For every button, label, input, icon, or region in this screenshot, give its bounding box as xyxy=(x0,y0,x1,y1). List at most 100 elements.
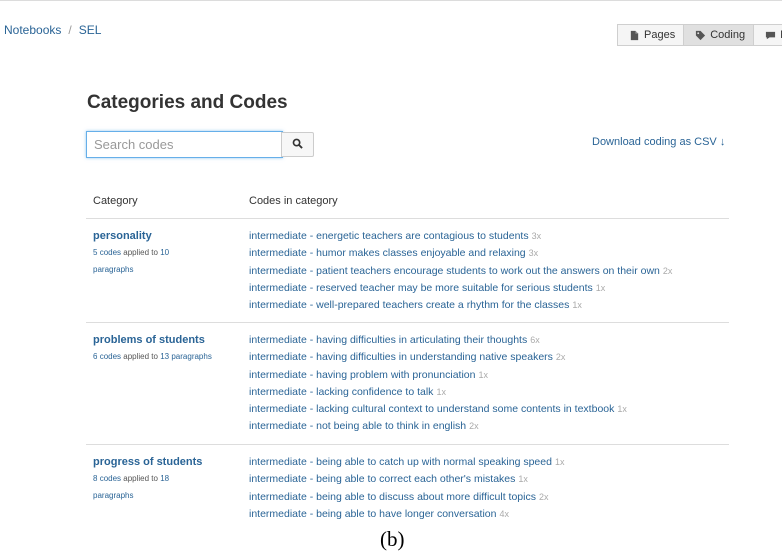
code-item[interactable]: intermediate - being able to catch up wi… xyxy=(249,454,729,471)
category-link[interactable]: personality xyxy=(93,228,243,244)
table-row: progress of students 8 codes applied to … xyxy=(86,445,729,529)
code-text: intermediate - having difficulties in un… xyxy=(249,351,553,364)
code-item[interactable]: intermediate - energetic teachers are co… xyxy=(249,228,729,245)
codes-table: Category Codes in category personality 5… xyxy=(86,195,729,529)
code-count: 2x xyxy=(662,265,673,276)
code-text: intermediate - having problem with pronu… xyxy=(249,368,476,381)
code-item[interactable]: intermediate - patient teachers encourag… xyxy=(249,263,729,280)
category-meta: 5 codes applied to 10 paragraphs xyxy=(93,244,243,278)
page-icon xyxy=(629,30,640,41)
codes-count: 8 xyxy=(93,474,98,483)
code-text: intermediate - being able to have longer… xyxy=(249,507,497,520)
code-count: 1x xyxy=(436,386,446,397)
codes-count: 5 xyxy=(93,248,98,257)
code-text: intermediate - lacking confidence to tal… xyxy=(249,385,434,398)
code-item[interactable]: intermediate - being able to discuss abo… xyxy=(249,489,729,506)
codes-word: codes xyxy=(99,474,122,483)
code-text: intermediate - reserved teacher may be m… xyxy=(249,281,593,294)
table-header: Category Codes in category xyxy=(86,195,729,219)
download-csv-label: Download coding as CSV xyxy=(592,136,717,148)
category-cell: problems of students 6 codes applied to … xyxy=(93,332,243,365)
breadcrumb-separator: / xyxy=(68,23,72,37)
tab-pages[interactable]: Pages xyxy=(618,25,685,45)
code-text: intermediate - being able to correct eac… xyxy=(249,473,516,486)
tag-icon xyxy=(695,30,706,41)
code-count: 6x xyxy=(530,335,540,345)
tab-coding[interactable]: Coding xyxy=(684,25,755,45)
applied-text: applied to xyxy=(123,248,158,257)
applied-text: applied to xyxy=(123,474,158,483)
code-item[interactable]: intermediate - well-prepared teachers cr… xyxy=(249,297,729,314)
code-count: 1x xyxy=(617,404,627,415)
code-count: 1x xyxy=(518,474,528,485)
paragraphs-count: 18 xyxy=(160,474,170,483)
code-text: intermediate - patient teachers encourag… xyxy=(249,264,660,277)
figure-caption: (b) xyxy=(380,527,405,551)
code-text: intermediate - humor makes classes enjoy… xyxy=(249,247,526,260)
paragraphs-word: paragraphs xyxy=(93,491,134,500)
code-count: 2x xyxy=(469,421,479,432)
code-text: intermediate - not being able to think i… xyxy=(249,420,467,433)
category-meta: 8 codes applied to 18 paragraphs xyxy=(93,470,243,504)
breadcrumb-notebooks-link[interactable]: Notebooks xyxy=(4,23,61,37)
codes-count: 6 xyxy=(93,352,98,361)
code-count: 2x xyxy=(555,352,566,363)
column-header-codes: Codes in category xyxy=(249,195,338,207)
breadcrumb-current[interactable]: SEL xyxy=(79,23,102,37)
codes-cell: intermediate - being able to catch up wi… xyxy=(249,454,729,523)
code-text: intermediate - having difficulties in ar… xyxy=(249,334,528,346)
tab-pages-label: Pages xyxy=(644,29,676,41)
code-count: 3x xyxy=(528,248,539,259)
view-switcher: Pages Coding Me xyxy=(617,24,782,46)
search-input[interactable] xyxy=(86,131,283,158)
code-item[interactable]: intermediate - being able to have longer… xyxy=(249,506,729,523)
code-count: 1x xyxy=(572,300,582,311)
code-item[interactable]: intermediate - not being able to think i… xyxy=(249,418,729,435)
code-count: 4x xyxy=(499,508,510,519)
page-title: Categories and Codes xyxy=(87,92,288,113)
search-button[interactable] xyxy=(281,132,314,157)
codes-cell: intermediate - energetic teachers are co… xyxy=(249,228,729,314)
applied-text: applied to xyxy=(123,352,158,361)
code-text: intermediate - energetic teachers are co… xyxy=(249,230,529,242)
code-count: 1x xyxy=(595,282,606,293)
comment-icon xyxy=(765,30,776,41)
top-bar: Notebooks / SEL Pages Coding Me xyxy=(0,0,782,46)
tab-memos[interactable]: Me xyxy=(754,25,782,45)
breadcrumb: Notebooks / SEL xyxy=(4,23,101,37)
code-text: intermediate - being able to discuss abo… xyxy=(249,490,536,503)
codes-word: codes xyxy=(99,352,122,361)
code-item[interactable]: intermediate - lacking cultural context … xyxy=(249,401,729,418)
code-count: 1x xyxy=(478,369,488,380)
column-header-category: Category xyxy=(93,195,138,207)
code-count: 3x xyxy=(531,231,542,241)
code-item[interactable]: intermediate - humor makes classes enjoy… xyxy=(249,245,729,262)
code-item[interactable]: intermediate - having difficulties in un… xyxy=(249,349,729,366)
code-item[interactable]: intermediate - having problem with pronu… xyxy=(249,367,729,384)
code-text: intermediate - being able to catch up wi… xyxy=(249,456,552,468)
code-item[interactable]: intermediate - being able to correct eac… xyxy=(249,471,729,488)
paragraphs-count: 13 xyxy=(160,352,170,361)
search-icon xyxy=(292,136,303,154)
table-row: personality 5 codes applied to 10 paragr… xyxy=(86,219,729,323)
codes-word: codes xyxy=(99,248,122,257)
download-csv-link[interactable]: Download coding as CSV ↓ xyxy=(592,136,725,148)
paragraphs-word: paragraphs xyxy=(93,265,134,274)
category-cell: progress of students 8 codes applied to … xyxy=(93,454,243,504)
table-row: problems of students 6 codes applied to … xyxy=(86,323,729,445)
tab-coding-label: Coding xyxy=(710,29,746,41)
paragraphs-word: paragraphs xyxy=(171,352,212,361)
category-link[interactable]: progress of students xyxy=(93,454,243,470)
code-item[interactable]: intermediate - reserved teacher may be m… xyxy=(249,280,729,297)
category-link[interactable]: problems of students xyxy=(93,332,243,348)
category-cell: personality 5 codes applied to 10 paragr… xyxy=(93,228,243,278)
codes-cell: intermediate - having difficulties in ar… xyxy=(249,332,729,436)
code-text: intermediate - well-prepared teachers cr… xyxy=(249,299,570,312)
code-item[interactable]: intermediate - having difficulties in ar… xyxy=(249,332,729,349)
category-meta: 6 codes applied to 13 paragraphs xyxy=(93,348,243,365)
paragraphs-count: 10 xyxy=(160,248,170,257)
code-count: 2x xyxy=(538,491,549,502)
code-count: 1x xyxy=(554,457,565,467)
down-arrow-icon: ↓ xyxy=(719,136,726,148)
code-item[interactable]: intermediate - lacking confidence to tal… xyxy=(249,384,729,401)
